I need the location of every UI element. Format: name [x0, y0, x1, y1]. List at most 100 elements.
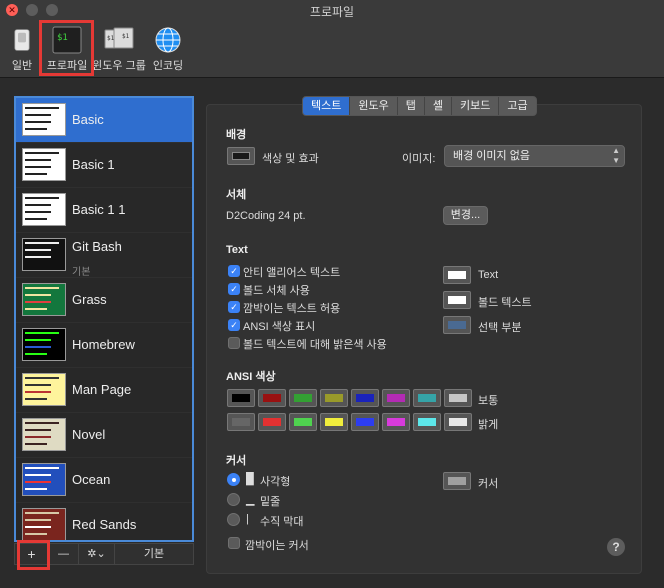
text-option-label: ANSI 색상 표시 [243, 321, 316, 333]
cursor-style-radio[interactable] [227, 493, 240, 506]
profile-name: Grass [72, 292, 107, 307]
tab-window[interactable]: 윈도우 [350, 97, 398, 115]
gear-menu-button[interactable]: ✲⌄ [79, 544, 115, 564]
ansi-normal-color-well[interactable] [258, 389, 286, 407]
tab-text[interactable]: 텍스트 [303, 97, 351, 115]
set-default-button[interactable]: 기본 [115, 544, 193, 564]
toolbar-window-groups[interactable]: $1 $1 윈도우 그룹 [92, 22, 146, 76]
background-color-label: 색상 및 효과 [262, 153, 319, 165]
window-title: 프로파일 [309, 5, 355, 19]
cursor-heading: 커서 [226, 455, 247, 467]
text-color-well[interactable] [443, 291, 471, 309]
profile-item[interactable]: Red Sands [16, 503, 192, 540]
profile-name: Novel [72, 427, 106, 442]
text-color-label: Text [478, 269, 499, 281]
profile-item[interactable]: Man Page [16, 368, 192, 413]
ansi-bright-color-well[interactable] [413, 413, 441, 431]
text-option-checkbox[interactable]: ✓ [228, 301, 240, 313]
profile-default-tag: 기본 [72, 267, 91, 278]
profile-item[interactable]: Novel [16, 413, 192, 458]
ansi-normal-label: 보통 [478, 395, 499, 407]
profile-item[interactable]: Basic [16, 98, 192, 143]
background-image-value: 배경 이미지 없음 [453, 150, 530, 162]
profile-preview-thumbnail [22, 508, 66, 540]
profile-preview-thumbnail [22, 418, 66, 451]
profile-preview-thumbnail [22, 103, 66, 136]
highlight-profiles-annotation [39, 20, 94, 76]
ansi-normal-color-well[interactable] [320, 389, 348, 407]
cursor-style-glyph: ▁ [246, 494, 255, 506]
text-option-checkbox[interactable]: ✓ [228, 265, 240, 277]
profile-item[interactable]: Homebrew [16, 323, 192, 368]
toolbar-general[interactable]: 일반 [6, 22, 38, 76]
ansi-normal-color-well[interactable] [413, 389, 441, 407]
remove-profile-button[interactable]: — [49, 544, 79, 564]
background-color-well[interactable] [227, 147, 255, 165]
profile-name: Basic 1 [72, 157, 115, 172]
ansi-bright-color-well[interactable] [227, 413, 255, 431]
cursor-style-label: 수직 막대 [260, 516, 304, 528]
change-font-button[interactable]: 변경... [443, 206, 488, 225]
toolbar-encoding[interactable]: 인코딩 [148, 22, 188, 76]
ansi-normal-color-well[interactable] [382, 389, 410, 407]
ansi-normal-color-well[interactable] [444, 389, 472, 407]
font-heading: 서체 [226, 189, 247, 201]
text-option-label: 볼드 서체 사용 [243, 285, 310, 297]
ansi-bright-color-well[interactable] [382, 413, 410, 431]
profile-list[interactable]: Basic Basic 1 Basic 1 1 Git Bash 기본 Grass Home… [14, 96, 194, 542]
cursor-style-radio[interactable] [227, 473, 240, 486]
ansi-bright-label: 밝게 [478, 419, 499, 431]
profile-name: Man Page [72, 382, 132, 397]
text-option-label: 볼드 텍스트에 대해 밝은색 사용 [243, 339, 387, 351]
profile-name: Homebrew [72, 337, 135, 352]
font-value: D2Coding 24 pt. [226, 210, 306, 222]
profile-item[interactable]: Git Bash 기본 [16, 233, 192, 278]
profile-name: Git Bash [72, 239, 122, 254]
text-color-label: 선택 부분 [478, 322, 522, 334]
ansi-bright-color-well[interactable] [351, 413, 379, 431]
tab-advanced[interactable]: 고급 [499, 97, 536, 115]
profile-preview-thumbnail [22, 238, 66, 271]
cursor-color-well[interactable] [443, 472, 471, 490]
text-option-checkbox[interactable] [228, 337, 240, 349]
profile-name: Red Sands [72, 517, 137, 532]
ansi-normal-color-well[interactable] [289, 389, 317, 407]
text-option-label: 안티 앨리어스 텍스트 [243, 267, 341, 279]
tab-keyboard[interactable]: 키보드 [452, 97, 500, 115]
tab-tab[interactable]: 탭 [397, 97, 425, 115]
profile-item[interactable]: Ocean [16, 458, 192, 503]
profile-preview-thumbnail [22, 463, 66, 496]
settings-tabs: 텍스트 윈도우 탭 셸 키보드 고급 [302, 96, 537, 116]
cursor-color-label: 커서 [478, 478, 499, 490]
profile-item[interactable]: Basic 1 1 [16, 188, 192, 233]
ansi-bright-color-well[interactable] [444, 413, 472, 431]
globe-icon [155, 27, 181, 53]
ansi-bright-color-well[interactable] [320, 413, 348, 431]
tab-shell[interactable]: 셸 [424, 97, 452, 115]
cursor-style-glyph: | [246, 513, 249, 525]
ansi-bright-color-well[interactable] [289, 413, 317, 431]
blink-cursor-checkbox[interactable] [228, 537, 240, 549]
cursor-style-label: 밑줄 [260, 496, 281, 508]
svg-text:$1: $1 [107, 35, 115, 42]
background-image-select[interactable]: 배경 이미지 없음 ▲ ▼ [444, 145, 625, 167]
help-button[interactable]: ? [607, 538, 625, 556]
highlight-add-annotation [17, 540, 50, 570]
profile-name: Basic 1 1 [72, 202, 126, 217]
text-option-checkbox[interactable]: ✓ [228, 319, 240, 331]
profile-preview-thumbnail [22, 328, 66, 361]
ansi-normal-color-well[interactable] [351, 389, 379, 407]
profile-item[interactable]: Basic 1 [16, 143, 192, 188]
blink-cursor-label: 깜박이는 커서 [245, 540, 309, 552]
text-color-well[interactable] [443, 316, 471, 334]
profile-preview-thumbnail [22, 373, 66, 406]
text-color-well[interactable] [443, 266, 471, 284]
profile-item[interactable]: Grass [16, 278, 192, 323]
ansi-normal-color-well[interactable] [227, 389, 255, 407]
text-option-checkbox[interactable]: ✓ [228, 283, 240, 295]
background-heading: 배경 [226, 129, 247, 141]
profile-name: Ocean [72, 472, 111, 487]
toolbar-label: 윈도우 그룹 [92, 60, 146, 72]
cursor-style-radio[interactable] [227, 513, 240, 526]
ansi-bright-color-well[interactable] [258, 413, 286, 431]
